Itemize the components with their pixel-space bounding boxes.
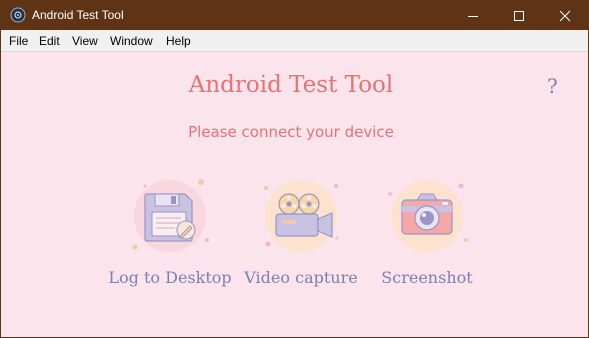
menu-file[interactable]: File xyxy=(9,34,28,48)
title-bar[interactable]: Android Test Tool xyxy=(1,1,588,30)
close-icon xyxy=(559,10,571,21)
main-content: Android Test Tool ? Please connect your … xyxy=(1,52,588,337)
close-button[interactable] xyxy=(542,1,588,30)
window-title: Android Test Tool xyxy=(32,8,124,22)
maximize-icon xyxy=(514,10,524,21)
log-to-desktop-label: Log to Desktop xyxy=(108,268,232,287)
page-title: Android Test Tool xyxy=(188,72,394,98)
screenshot-label: Screenshot xyxy=(381,268,473,287)
video-capture-button[interactable]: Video capture xyxy=(236,176,366,291)
menu-help[interactable]: Help xyxy=(166,34,191,48)
app-window: Android Test Tool File Edit View Window … xyxy=(0,0,589,338)
screenshot-button[interactable]: Screenshot xyxy=(362,176,492,291)
connection-status: Please connect your device xyxy=(188,123,394,141)
app-logo-icon xyxy=(10,7,26,23)
help-button[interactable]: ? xyxy=(547,74,558,98)
video-capture-label: Video capture xyxy=(244,268,358,287)
floppy-disk-icon xyxy=(132,179,209,252)
log-to-desktop-button[interactable]: Log to Desktop xyxy=(105,176,235,291)
minimize-icon xyxy=(468,15,478,17)
maximize-button[interactable] xyxy=(496,1,542,30)
photo-camera-icon xyxy=(388,180,468,252)
menu-window[interactable]: Window xyxy=(110,34,153,48)
menu-edit[interactable]: Edit xyxy=(39,34,60,48)
menu-view[interactable]: View xyxy=(72,34,98,48)
menu-bar: File Edit View Window Help xyxy=(1,30,588,52)
video-camera-icon xyxy=(264,180,339,252)
minimize-button[interactable] xyxy=(450,1,496,30)
